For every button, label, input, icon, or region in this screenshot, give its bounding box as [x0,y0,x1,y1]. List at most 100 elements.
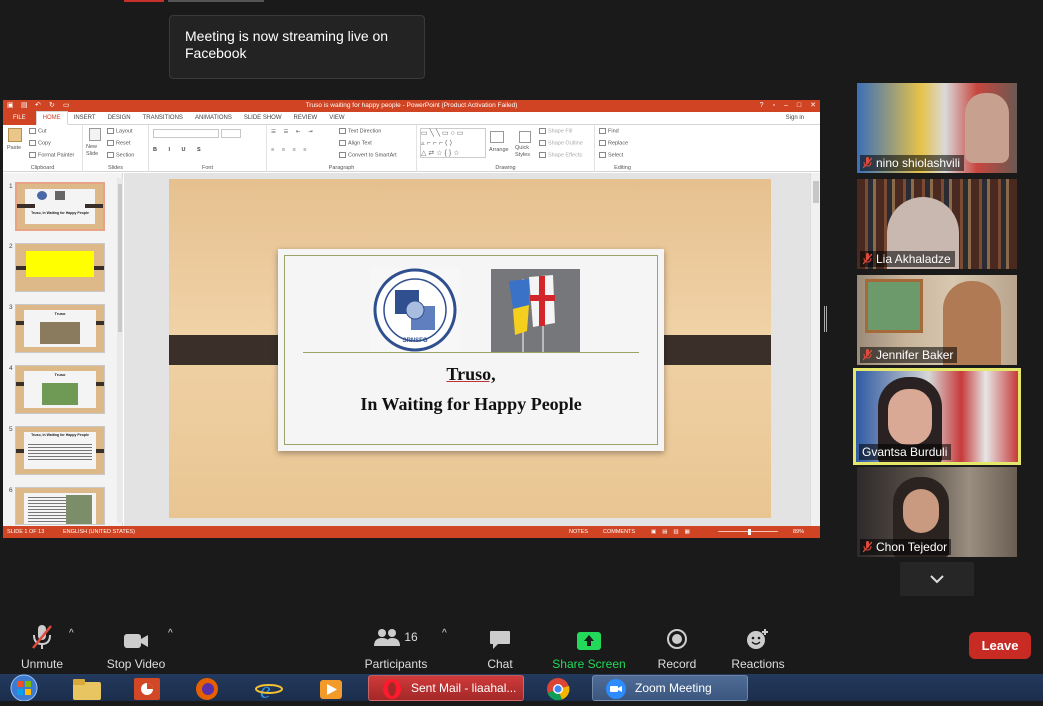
arrange-button[interactable]: Arrange [489,147,509,153]
comments-button[interactable]: COMMENTS [603,526,635,538]
slide-thumbnail-6[interactable] [15,487,105,525]
unmute-button[interactable]: Unmute [12,614,72,671]
select-icon [599,152,606,158]
align-text-button[interactable]: Align Text [339,140,372,146]
quick-styles-button[interactable]: Quick Styles [515,145,535,159]
participant-tile-3[interactable]: Jennifer Baker [857,275,1017,365]
ribbon-display-icon[interactable]: ▫ [773,100,775,112]
tab-design[interactable]: DESIGN [102,112,137,125]
tab-view[interactable]: VIEW [323,112,350,125]
leave-button[interactable]: Leave [969,632,1031,659]
more-participants-button[interactable] [900,562,974,596]
shape-fill-button[interactable]: Shape Fill [539,128,572,134]
taskbar-zoom-meeting[interactable]: Zoom Meeting [592,675,748,701]
chat-button[interactable]: Chat [478,614,522,671]
stop-video-button[interactable]: Stop Video [100,614,172,671]
slide-thumbnail-5[interactable]: Truso, In Waiting for Happy People [15,426,105,475]
participant-tile-2[interactable]: Lia Akhaladze [857,179,1017,269]
participants-button[interactable]: 16 Participants [360,614,432,671]
replace-icon [599,140,606,146]
drawing-group: ▭╲╲▭○▭ ▵⌐⌐⌐⟨⟩ △⇄☆{}☆ Arrange Quick Style… [417,125,595,172]
tab-slide-show[interactable]: SLIDE SHOW [238,112,288,125]
tab-animations[interactable]: ANIMATIONS [189,112,238,125]
shape-outline-button[interactable]: Shape Outline [539,140,583,146]
align-buttons[interactable]: ≡ ≡ ≡ ≡ [271,147,309,153]
taskbar-firefox[interactable] [190,674,224,701]
current-slide[interactable]: SRNSFG Truso, In Waiting for Happy Peopl… [169,179,771,518]
taskbar-internet-explorer[interactable]: e [252,674,286,704]
paste-icon[interactable] [8,128,22,142]
new-slide-button[interactable]: New Slide [86,144,108,158]
maximize-icon[interactable]: □ [797,100,801,112]
find-button[interactable]: Find [599,128,619,134]
taskbar-sent-mail[interactable]: Sent Mail - liaahal... [368,675,524,701]
tab-home[interactable]: HOME [35,111,68,125]
participants-options-caret[interactable]: ^ [442,628,447,639]
copy-label: Copy [38,140,51,147]
start-button[interactable] [4,674,44,702]
font-format-buttons[interactable]: B I U S [153,147,206,153]
video-options-caret[interactable]: ^ [168,628,173,639]
view-buttons[interactable]: ▣▤▥▦ [651,526,696,538]
text-direction-icon [339,128,346,134]
card-divider [303,352,639,353]
arrange-icon[interactable] [490,131,504,143]
help-icon[interactable]: ? [760,100,764,112]
thumbnails-scroll-thumb[interactable] [118,184,122,332]
audio-options-caret[interactable]: ^ [69,628,74,639]
thumb-logo [37,191,47,200]
shape-effects-button[interactable]: Shape Effects [539,152,582,158]
slide-thumbnail-4[interactable]: Truso [15,365,105,414]
close-icon[interactable]: ✕ [810,100,816,112]
ppt-title-bar: ▣ ▤ ↶ ↻ ▭ Truso is waiting for happy peo… [3,100,820,112]
font-size-field[interactable] [221,129,241,138]
sign-in-link[interactable]: Sign in [786,112,804,125]
participant-tile-4-active-speaker[interactable]: Gvantsa Burduli [853,368,1021,465]
tab-transitions[interactable]: TRANSITIONS [137,112,189,125]
layout-button[interactable]: Layout [107,128,133,134]
thumb-flags [55,191,65,200]
paste-button[interactable]: Paste [7,145,21,151]
taskbar-powerpoint[interactable] [130,674,164,701]
participant-tile-5[interactable]: Chon Tejedor [857,467,1017,557]
slide-thumbnail-2[interactable] [15,243,105,292]
cut-button[interactable]: Cut [29,128,47,134]
thumb-photo [42,383,78,405]
tab-insert[interactable]: INSERT [68,112,102,125]
convert-smartart-button[interactable]: Convert to SmartArt [339,152,397,158]
taskbar-file-explorer[interactable] [70,674,104,701]
format-painter-button[interactable]: Format Painter [29,152,74,158]
taskbar-chrome[interactable] [540,674,576,701]
slide-thumbnail-3[interactable]: Truso [15,304,105,353]
minimize-icon[interactable]: – [784,100,788,112]
section-button[interactable]: Section [107,152,134,158]
select-button[interactable]: Select [599,152,623,158]
font-name-field[interactable] [153,129,219,138]
record-button[interactable]: Record [652,614,702,671]
participant-tile-1[interactable]: nino shiolashvili [857,83,1017,173]
thumbnails-scrollbar[interactable] [117,178,123,523]
text-direction-button[interactable]: Text Direction [339,128,381,134]
new-slide-icon[interactable] [89,128,101,141]
share-screen-button[interactable]: Share Screen [549,614,629,671]
list-buttons[interactable]: ☰ ☰ ⇤ ⇥ [271,129,316,135]
slide-thumbnail-1[interactable]: Truso, In Waiting for Happy People [15,182,105,231]
reactions-button[interactable]: Reactions [727,614,789,671]
participant-name: Lia Akhaladze [876,252,951,266]
editor-scroll-thumb[interactable] [813,181,819,203]
slide-thumbnails-pane[interactable]: 1 Truso, In Waiting for Happy People 2 3… [3,173,123,526]
zoom-slider-thumb[interactable] [748,529,751,535]
reset-icon [107,140,114,146]
editor-scrollbar[interactable] [810,173,820,526]
split-handle[interactable] [824,306,827,332]
replace-button[interactable]: Replace [599,140,628,146]
reset-button[interactable]: Reset [107,140,130,146]
tab-review[interactable]: REVIEW [288,112,324,125]
shapes-gallery[interactable]: ▭╲╲▭○▭ ▵⌐⌐⌐⟨⟩ △⇄☆{}☆ [420,128,486,158]
taskbar-media-player[interactable] [314,674,348,701]
tab-file[interactable]: FILE [3,111,36,125]
copy-button[interactable]: Copy [29,140,51,146]
zoom-level[interactable]: 89% [793,526,804,538]
notes-button[interactable]: NOTES [569,526,588,538]
quick-styles-icon[interactable] [519,131,531,143]
